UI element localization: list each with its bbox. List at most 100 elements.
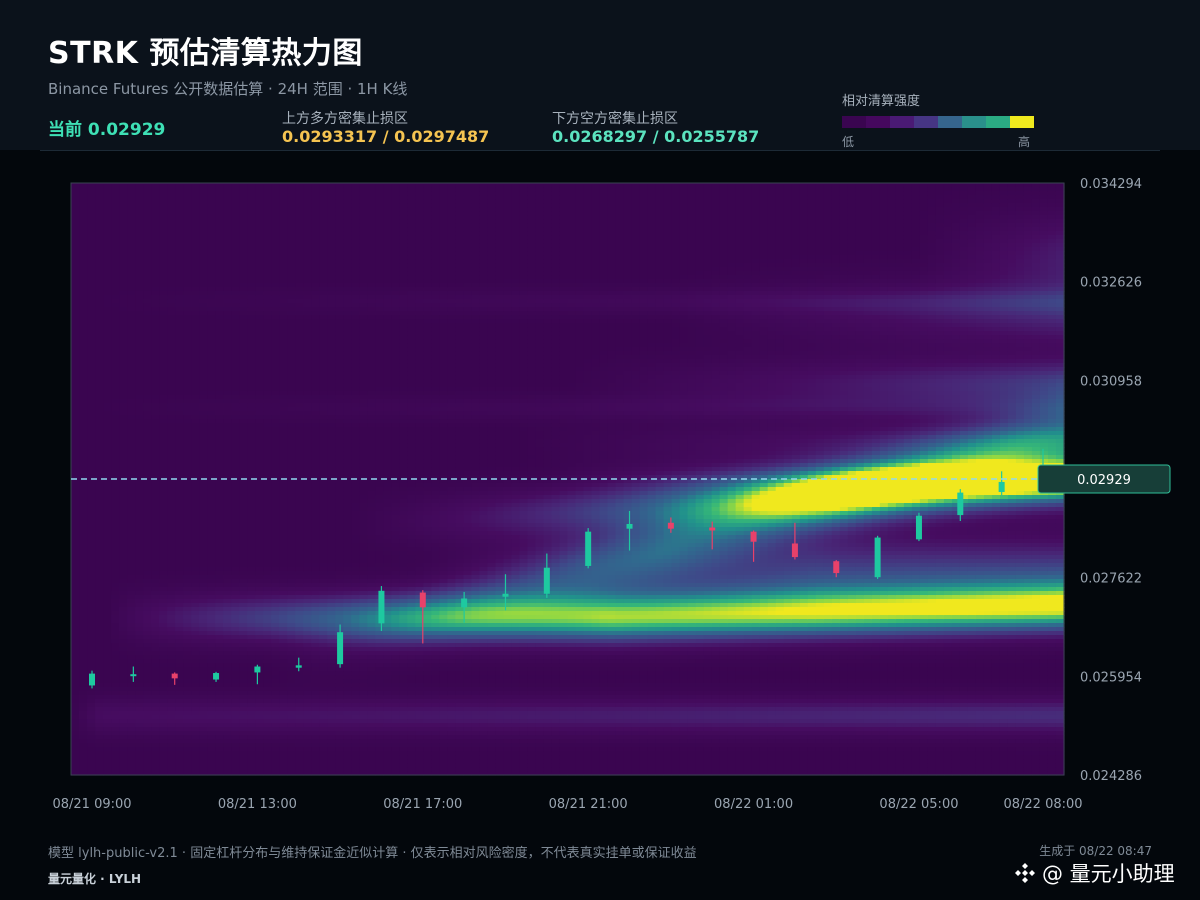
heatmap-cell <box>295 691 304 696</box>
heatmap-cell <box>295 695 304 700</box>
heatmap-cell <box>223 299 232 304</box>
heatmap-cell <box>167 759 176 764</box>
heatmap-cell <box>111 367 120 372</box>
heatmap-cell <box>287 395 296 400</box>
heatmap-cell <box>103 663 112 668</box>
heatmap-cell <box>311 315 320 320</box>
heatmap-cell <box>135 767 144 772</box>
heatmap-cell <box>319 563 328 568</box>
heatmap-cell <box>135 451 144 456</box>
heatmap-cell <box>327 239 336 244</box>
heatmap-cell <box>303 695 312 700</box>
heatmap-cell <box>279 571 288 576</box>
heatmap-cell <box>311 411 320 416</box>
heatmap-cell <box>223 207 232 212</box>
heatmap-cell <box>127 343 136 348</box>
heatmap-cell <box>151 571 160 576</box>
heatmap-cell <box>87 547 96 552</box>
heatmap-cell <box>247 527 256 532</box>
heatmap-cell <box>287 271 296 276</box>
heatmap-cell <box>71 599 80 604</box>
heatmap-cell <box>319 339 328 344</box>
heatmap-cell <box>159 383 168 388</box>
heatmap-cell <box>183 359 192 364</box>
heatmap-cell <box>199 483 208 488</box>
heatmap-cell <box>295 511 304 516</box>
heatmap-cell <box>79 391 88 396</box>
heatmap-cell <box>263 231 272 236</box>
heatmap-cell <box>159 671 168 676</box>
heatmap-cell <box>303 735 312 740</box>
heatmap-cell <box>191 283 200 288</box>
heatmap-cell <box>199 623 208 628</box>
heatmap-cell <box>255 583 264 588</box>
heatmap-cell <box>167 467 176 472</box>
heatmap-cell <box>207 387 216 392</box>
heatmap-cell <box>87 259 96 264</box>
heatmap-cell <box>295 735 304 740</box>
heatmap-cell <box>143 223 152 228</box>
heatmap-cell <box>223 187 232 192</box>
heatmap-cell <box>95 195 104 200</box>
heatmap-cell <box>247 255 256 260</box>
heatmap-cell <box>215 451 224 456</box>
heatmap-cell <box>87 323 96 328</box>
heatmap-cell <box>183 431 192 436</box>
heatmap-cell <box>143 719 152 724</box>
heatmap-cell <box>119 287 128 292</box>
heatmap-cell <box>127 355 136 360</box>
heatmap-cell <box>71 707 80 712</box>
heatmap-cell <box>327 595 336 600</box>
heatmap-cell <box>79 375 88 380</box>
heatmap-cell <box>231 655 240 660</box>
heatmap-cell <box>135 715 144 720</box>
heatmap-cell <box>303 191 312 196</box>
heatmap-cell <box>119 347 128 352</box>
heatmap-cell <box>103 739 112 744</box>
heatmap-cell <box>295 255 304 260</box>
heatmap-cell <box>207 207 216 212</box>
heatmap-cell <box>135 591 144 596</box>
heatmap-cell <box>279 215 288 220</box>
heatmap-cell <box>207 439 216 444</box>
heatmap-cell <box>135 183 144 188</box>
heatmap-cell <box>279 423 288 428</box>
heatmap-cell <box>215 731 224 736</box>
heatmap-cell <box>255 759 264 764</box>
heatmap-cell <box>71 443 80 448</box>
heatmap-cell <box>151 659 160 664</box>
heatmap-cell <box>151 483 160 488</box>
heatmap-cell <box>295 483 304 488</box>
heatmap-cell <box>111 635 120 640</box>
heatmap-cell <box>263 463 272 468</box>
heatmap-cell <box>271 595 280 600</box>
heatmap-cell <box>143 523 152 528</box>
heatmap-cell <box>79 759 88 764</box>
heatmap-cell <box>103 251 112 256</box>
heatmap-cell <box>303 423 312 428</box>
heatmap-cell <box>199 323 208 328</box>
heatmap-cell <box>231 379 240 384</box>
heatmap-cell <box>231 519 240 524</box>
heatmap-cell <box>143 379 152 384</box>
heatmap-cell <box>119 751 128 756</box>
heatmap-cell <box>295 303 304 308</box>
heatmap-cell <box>135 187 144 192</box>
heatmap-cell <box>215 567 224 572</box>
heatmap-cell <box>143 711 152 716</box>
heatmap-cell <box>151 339 160 344</box>
heatmap-cell <box>79 399 88 404</box>
heatmap-cell <box>303 495 312 500</box>
heatmap-cell <box>143 755 152 760</box>
heatmap-cell <box>159 447 168 452</box>
heatmap-cell <box>287 763 296 768</box>
heatmap-cell <box>239 723 248 728</box>
heatmap-cell <box>199 487 208 492</box>
heatmap-cell <box>335 471 344 476</box>
heatmap-cell <box>231 523 240 528</box>
heatmap-cell <box>319 767 328 772</box>
heatmap-cell <box>167 331 176 336</box>
heatmap-cell <box>183 551 192 556</box>
heatmap-cell <box>207 211 216 216</box>
heatmap-cell <box>87 711 96 716</box>
